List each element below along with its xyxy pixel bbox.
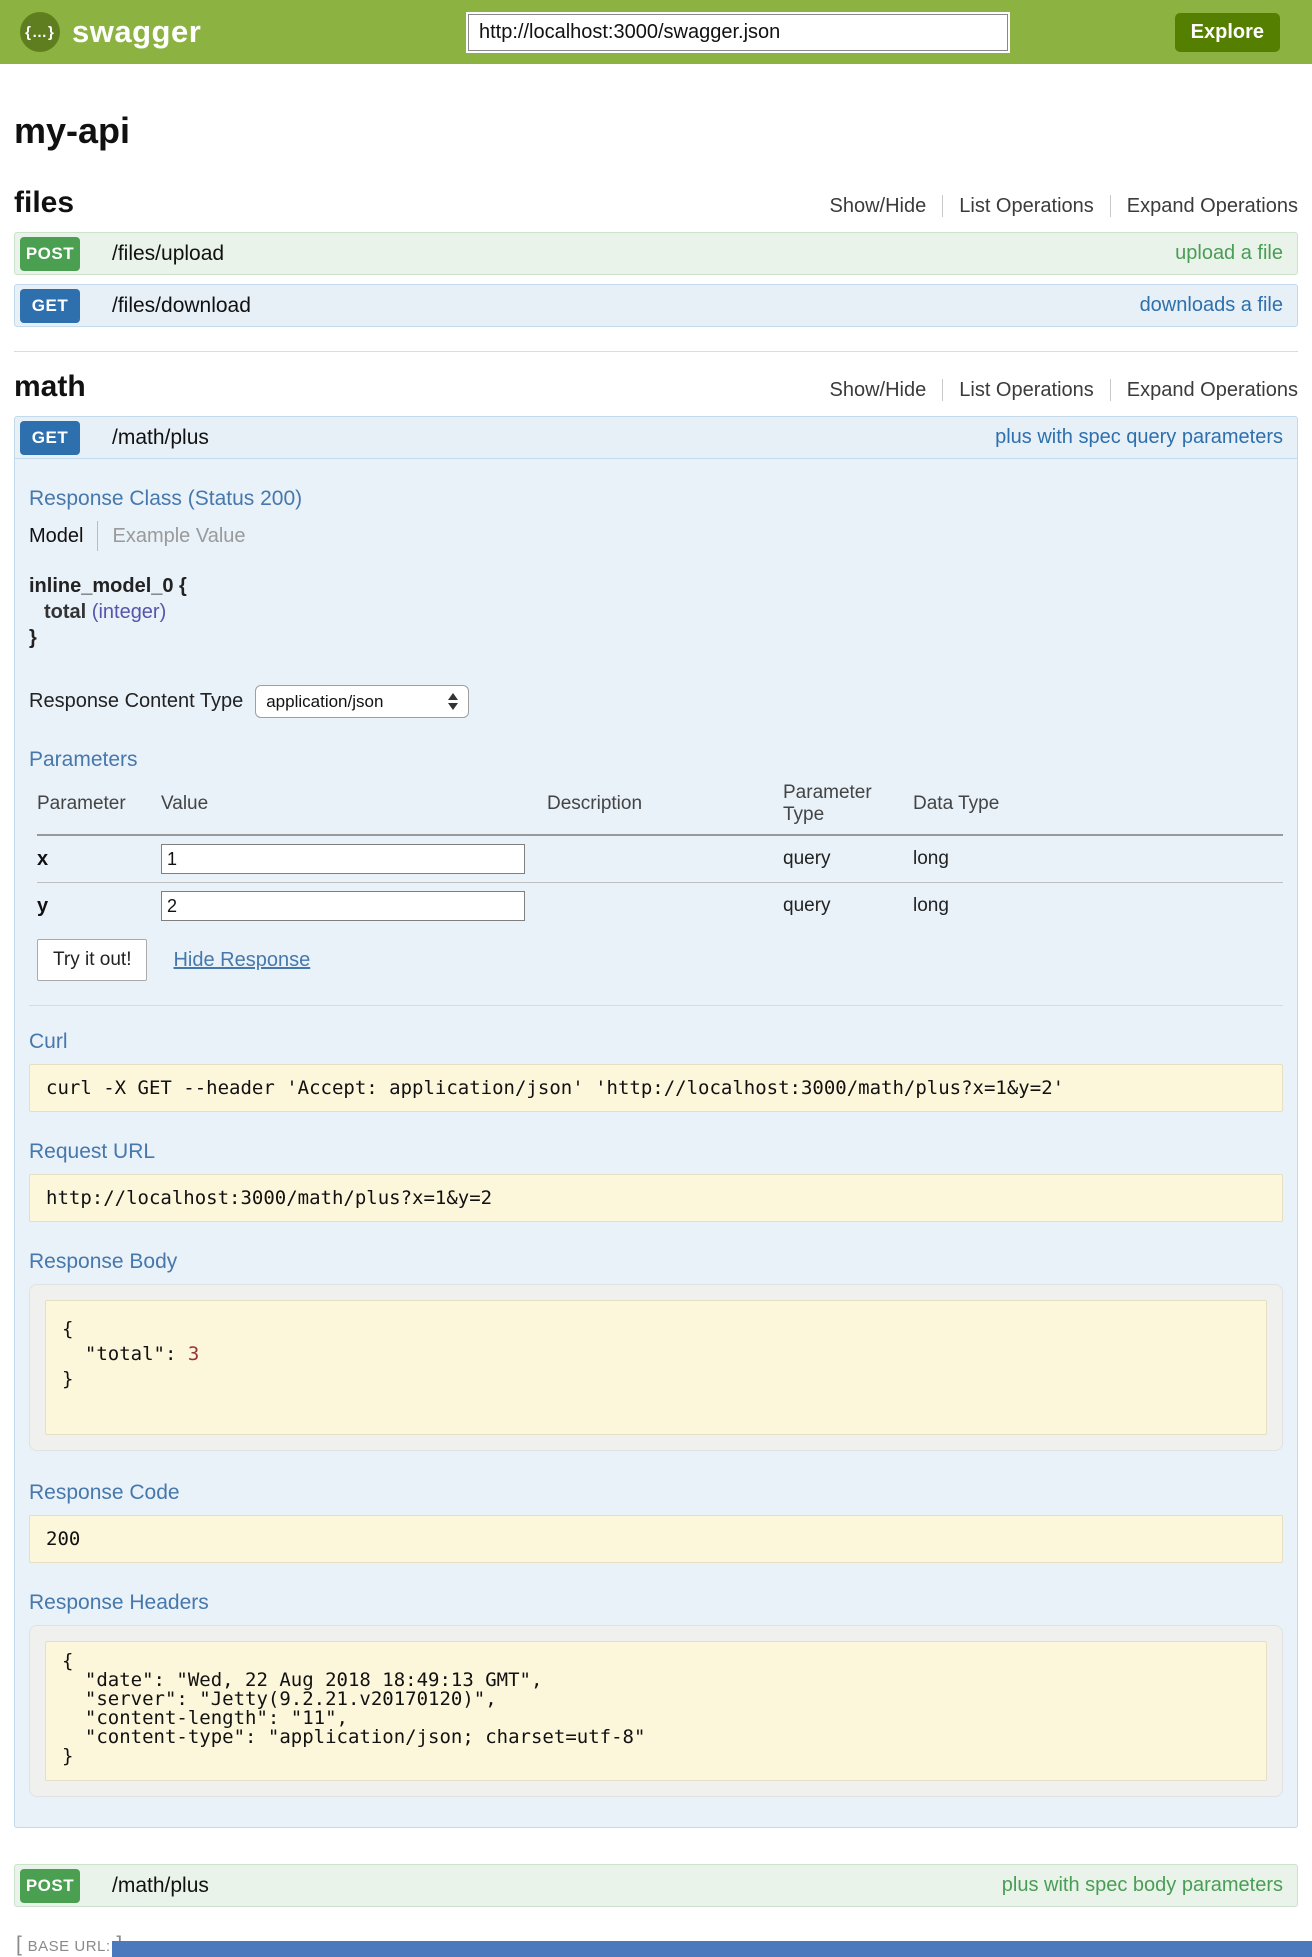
- method-badge-post: POST: [20, 1869, 80, 1903]
- model-open: inline_model_0 {: [29, 573, 1283, 599]
- param-row-y: y query long: [37, 883, 1283, 929]
- op-path[interactable]: /files/upload: [112, 242, 224, 266]
- section-title-math[interactable]: math: [14, 370, 86, 404]
- tab-separator: [97, 521, 98, 551]
- col-parameter: Parameter: [37, 793, 161, 815]
- expand-operations-link[interactable]: Expand Operations: [1127, 379, 1298, 401]
- page-title: my-api: [14, 110, 1298, 152]
- response-code-heading: Response Code: [29, 1481, 1283, 1505]
- list-operations-link[interactable]: List Operations: [942, 379, 1111, 401]
- response-body-block: { "total": 3 }: [45, 1300, 1267, 1435]
- param-value-input-y[interactable]: [161, 891, 525, 921]
- response-body-heading: Response Body: [29, 1250, 1283, 1274]
- section-head-files: files Show/Hide List Operations Expand Ope…: [14, 186, 1298, 220]
- hide-response-link[interactable]: Hide Response: [173, 949, 310, 972]
- op-summary-link[interactable]: plus with spec body parameters: [1002, 1874, 1283, 1897]
- curl-heading: Curl: [29, 1030, 1283, 1054]
- col-description: Description: [547, 793, 783, 815]
- response-body-wrapper: { "total": 3 }: [29, 1284, 1283, 1451]
- param-name: y: [37, 895, 161, 918]
- curl-command: curl -X GET --header 'Accept: applicatio…: [29, 1064, 1283, 1112]
- col-value: Value: [161, 793, 547, 815]
- content-type-selected-value: application/json: [266, 692, 383, 712]
- explore-button[interactable]: Explore: [1175, 13, 1280, 52]
- model-definition: inline_model_0 { total (integer) }: [29, 573, 1283, 651]
- response-class-heading: Response Class (Status 200): [29, 487, 1283, 511]
- prop-name: total: [44, 601, 86, 623]
- header-bar: {…} swagger Explore: [0, 0, 1312, 64]
- op-summary-link[interactable]: plus with spec query parameters: [995, 426, 1283, 449]
- col-parameter-type: Parameter Type: [783, 782, 913, 826]
- list-operations-link[interactable]: List Operations: [942, 195, 1111, 217]
- operation-panel: Response Class (Status 200) Model Exampl…: [14, 459, 1298, 1828]
- dropdown-arrows-icon: [448, 693, 458, 710]
- section-divider: [14, 351, 1298, 352]
- tab-model[interactable]: Model: [29, 525, 83, 548]
- response-content-type-select[interactable]: application/json: [255, 685, 469, 718]
- prop-type: (integer): [92, 601, 166, 623]
- model-close: }: [29, 625, 1283, 651]
- response-code-value: 200: [29, 1515, 1283, 1563]
- tab-example-value[interactable]: Example Value: [112, 525, 245, 548]
- api-url-input[interactable]: [468, 14, 1008, 51]
- try-it-out-button[interactable]: Try it out!: [37, 939, 147, 981]
- show-hide-link[interactable]: Show/Hide: [830, 195, 927, 217]
- op-row-get-math-plus[interactable]: GET /math/plus plus with spec query para…: [14, 416, 1298, 459]
- response-headers-heading: Response Headers: [29, 1591, 1283, 1615]
- response-divider: [29, 1005, 1283, 1006]
- param-type: query: [783, 895, 913, 917]
- brand-title: swagger: [72, 14, 201, 50]
- method-badge-get: GET: [20, 421, 80, 455]
- op-row-post-math-plus[interactable]: POST /math/plus plus with spec body para…: [14, 1864, 1298, 1907]
- parameters-heading: Parameters: [29, 748, 1283, 772]
- param-name: x: [37, 848, 161, 871]
- model-tabs: Model Example Value: [29, 521, 1283, 551]
- response-body-value: 3: [188, 1343, 199, 1365]
- op-row-post-files-upload[interactable]: POST /files/upload upload a file: [14, 232, 1298, 275]
- op-row-get-files-download[interactable]: GET /files/download downloads a file: [14, 284, 1298, 327]
- expand-operations-link[interactable]: Expand Operations: [1127, 195, 1298, 217]
- response-headers-block: { "date": "Wed, 22 Aug 2018 18:49:13 GMT…: [45, 1641, 1267, 1781]
- section-title-files[interactable]: files: [14, 186, 74, 220]
- request-url-heading: Request URL: [29, 1140, 1283, 1164]
- op-path[interactable]: /math/plus: [112, 426, 209, 450]
- op-summary-link[interactable]: upload a file: [1175, 242, 1283, 265]
- method-badge-get: GET: [20, 289, 80, 323]
- param-type: query: [783, 848, 913, 870]
- param-data-type: long: [913, 848, 1283, 870]
- response-headers-wrapper: { "date": "Wed, 22 Aug 2018 18:49:13 GMT…: [29, 1625, 1283, 1797]
- op-path[interactable]: /files/download: [112, 294, 251, 318]
- request-url-value: http://localhost:3000/math/plus?x=1&y=2: [29, 1174, 1283, 1222]
- param-value-input-x[interactable]: [161, 844, 525, 874]
- show-hide-link[interactable]: Show/Hide: [830, 379, 927, 401]
- parameters-table-header: Parameter Value Description Parameter Ty…: [37, 782, 1283, 836]
- parameters-table: Parameter Value Description Parameter Ty…: [37, 782, 1283, 929]
- swagger-logo-icon: {…}: [20, 12, 60, 52]
- response-content-type-label: Response Content Type: [29, 690, 243, 713]
- param-data-type: long: [913, 895, 1283, 917]
- bottom-bar: [112, 1941, 1312, 1957]
- section-head-math: math Show/Hide List Operations Expand Oper…: [14, 370, 1298, 404]
- col-data-type: Data Type: [913, 793, 1283, 815]
- op-path[interactable]: /math/plus: [112, 1874, 209, 1898]
- method-badge-post: POST: [20, 237, 80, 271]
- op-summary-link[interactable]: downloads a file: [1140, 294, 1283, 317]
- param-row-x: x query long: [37, 836, 1283, 883]
- brand[interactable]: {…} swagger: [20, 12, 201, 52]
